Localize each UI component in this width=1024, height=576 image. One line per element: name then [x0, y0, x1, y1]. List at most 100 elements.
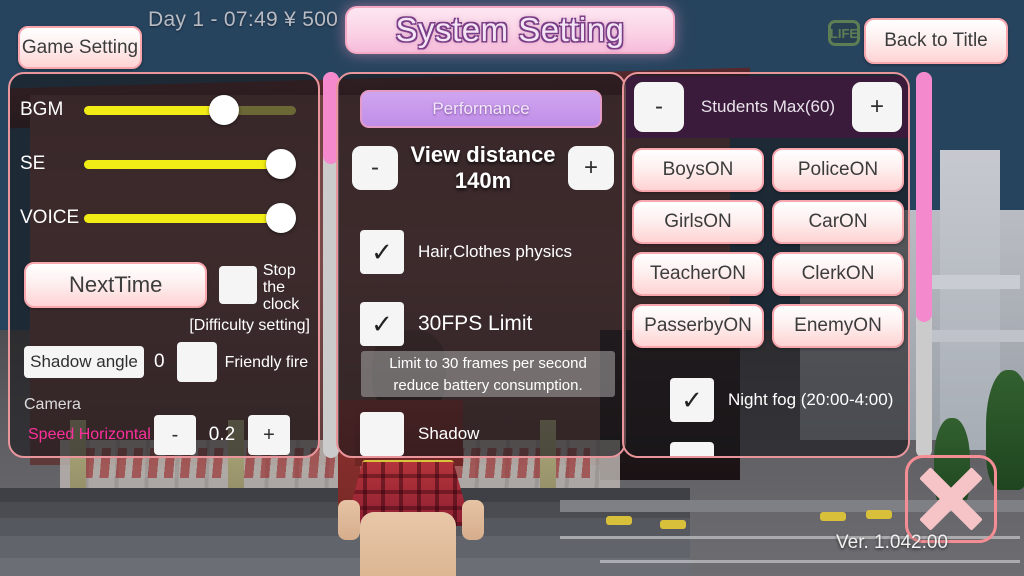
hair-clothes-physics-row: ✓ Hair,Clothes physics	[360, 230, 572, 274]
next-time-label: NextTime	[69, 272, 163, 297]
nexttime-row: NextTime Stop the clock	[10, 262, 318, 313]
view-distance-title: View distance	[410, 142, 556, 167]
toggle-police[interactable]: PoliceON	[772, 148, 904, 192]
toggle-boys[interactable]: BoysON	[632, 148, 764, 192]
game-setting-label: Game Setting	[21, 36, 139, 58]
fps-limit-row: ✓ 30FPS Limit	[360, 302, 532, 346]
camera-speed-horizontal-row: Speed Horizontal - 0.2 +	[10, 415, 318, 455]
stop-clock-checkbox[interactable]	[219, 266, 257, 304]
toggle-car-label: CarON	[808, 211, 868, 232]
population-toggle-grid: BoysON PoliceON GirlsON CarON TeacherON …	[632, 148, 904, 348]
speed-horizontal-label: Speed Horizontal	[28, 426, 151, 443]
balcony-lower	[930, 330, 1024, 342]
friendly-fire-label: Friendly fire	[224, 353, 309, 371]
toggle-clerk[interactable]: ClerkON	[772, 252, 904, 296]
difficulty-setting-label: [Difficulty setting]	[189, 317, 310, 334]
minus-icon: -	[655, 93, 663, 120]
night-fog-label: Night fog (20:00-4:00)	[728, 390, 894, 409]
night-fog-checkbox[interactable]: ✓	[670, 378, 714, 422]
right-panel-scrollbar-thumb[interactable]	[916, 72, 932, 322]
tab-performance[interactable]: Performance	[360, 90, 602, 128]
toggle-car[interactable]: CarON	[772, 200, 904, 244]
stop-clock-label: Stop the clock	[262, 262, 300, 313]
se-slider-knob[interactable]	[266, 148, 297, 179]
shadow-label: Shadow	[418, 424, 480, 443]
toggle-passerby-label: PasserbyON	[644, 315, 752, 336]
balcony-upper	[930, 275, 1020, 289]
view-distance-minus-button[interactable]: -	[352, 146, 398, 190]
speed-horizontal-minus-button[interactable]: -	[154, 415, 196, 455]
hair-clothes-physics-label: Hair,Clothes physics	[418, 242, 573, 261]
character-legs	[360, 512, 456, 576]
game-settings-panel: BGM SE VOICE NextTime Stop the clock [Di…	[8, 72, 320, 458]
weapon-material-label: Weapon material	[728, 454, 856, 456]
fps-limit-tooltip: Limit to 30 frames per second reduce bat…	[361, 351, 615, 397]
hair-clothes-physics-checkbox[interactable]: ✓	[360, 230, 404, 274]
students-max-row: - Students Max(60) +	[626, 76, 908, 138]
toggle-police-label: PoliceON	[797, 159, 879, 180]
road-cone	[820, 512, 846, 521]
weapon-material-row: ✓ Weapon material	[670, 442, 856, 456]
character-hand-left	[338, 500, 360, 540]
students-max-minus-button[interactable]: -	[634, 82, 684, 132]
speed-horizontal-plus-button[interactable]: +	[248, 415, 290, 455]
shadow-angle-value: 0	[154, 351, 165, 372]
page-title-text: System Setting	[395, 11, 625, 48]
voice-slider-knob[interactable]	[266, 202, 297, 233]
shadow-angle-row: Shadow angle 0 Friendly fire	[10, 342, 318, 382]
tab-performance-label: Performance	[432, 99, 530, 118]
plus-icon: +	[263, 423, 275, 446]
plus-icon: +	[583, 154, 598, 181]
se-slider-fill	[84, 159, 282, 169]
right-panel-scrollbar[interactable]	[916, 72, 932, 458]
character-hand-right	[462, 500, 484, 540]
voice-label: VOICE	[20, 207, 80, 228]
check-icon: ✓	[371, 236, 393, 267]
next-time-button[interactable]: NextTime	[24, 262, 208, 308]
bgm-label: BGM	[20, 99, 64, 120]
toggle-clerk-label: ClerkON	[801, 263, 875, 284]
camera-section-label: Camera	[24, 396, 81, 413]
performance-settings-panel: Performance - View distance 140m + ✓ Hai…	[336, 72, 626, 458]
road-cone	[660, 520, 686, 529]
back-to-title-button[interactable]: Back to Title	[864, 18, 1008, 64]
shadow-angle-label: Shadow angle	[30, 352, 138, 371]
view-distance-block: View distance 140m	[398, 142, 568, 194]
bgm-slider[interactable]	[84, 94, 296, 125]
slider-row-bgm: BGM	[10, 90, 318, 130]
shadow-angle-button[interactable]: Shadow angle	[24, 346, 144, 378]
students-max-plus-button[interactable]: +	[852, 82, 902, 132]
voice-slider[interactable]	[84, 202, 297, 233]
friendly-fire-checkbox[interactable]	[176, 342, 217, 382]
back-to-title-label: Back to Title	[884, 30, 988, 51]
view-distance-row: - View distance 140m +	[352, 142, 614, 194]
toggle-enemy[interactable]: EnemyON	[772, 304, 904, 348]
check-icon: ✓	[371, 308, 393, 339]
speed-horizontal-value: 0.2	[208, 424, 236, 445]
view-distance-value: 140m	[454, 168, 512, 193]
minus-icon: -	[171, 423, 179, 446]
toggle-teacher[interactable]: TeacherON	[632, 252, 764, 296]
close-icon[interactable]	[905, 455, 997, 543]
shadow-checkbox[interactable]	[360, 412, 404, 456]
toggle-passerby[interactable]: PasserbyON	[632, 304, 764, 348]
toggle-girls[interactable]: GirlsON	[632, 200, 764, 244]
shadow-row: Shadow	[360, 412, 479, 456]
road-cone	[866, 510, 892, 519]
fps-limit-checkbox[interactable]: ✓	[360, 302, 404, 346]
se-slider[interactable]	[84, 148, 297, 179]
road-cone	[606, 516, 632, 525]
version-label: Ver. 1.042.00	[836, 532, 948, 553]
life-badge-label: LIFE	[829, 25, 859, 41]
toggle-boys-label: BoysON	[662, 159, 734, 180]
voice-slider-fill	[84, 213, 282, 223]
se-label: SE	[20, 153, 46, 174]
fps-limit-label: 30FPS Limit	[418, 312, 533, 335]
weapon-material-checkbox[interactable]: ✓	[670, 442, 714, 456]
view-distance-plus-button[interactable]: +	[568, 146, 614, 190]
game-setting-button[interactable]: Game Setting	[18, 26, 142, 69]
bgm-slider-knob[interactable]	[208, 94, 239, 125]
check-icon: ✓	[681, 384, 703, 415]
slider-row-se: SE	[10, 144, 318, 184]
fps-tip-line2: reduce battery consumption.	[393, 377, 583, 394]
